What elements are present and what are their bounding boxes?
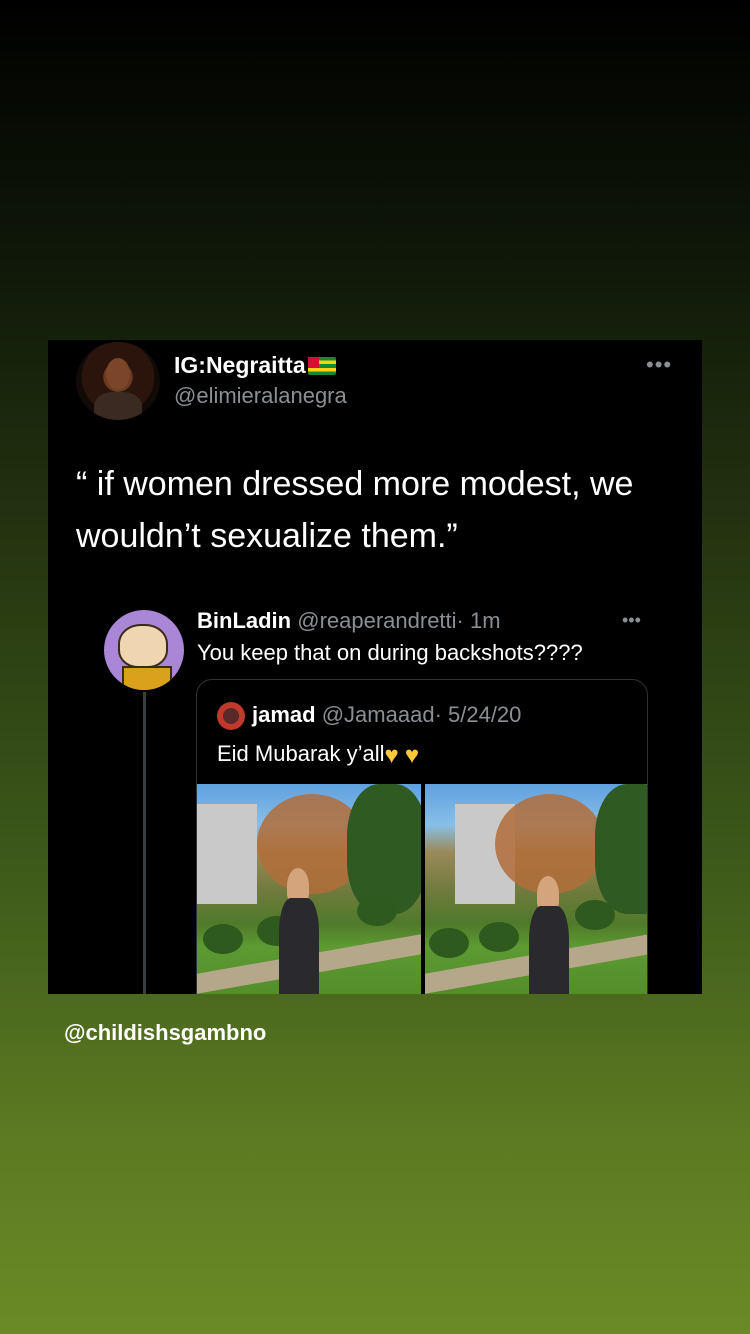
reply-time: · 1m xyxy=(456,608,501,633)
reply-header: BinLadin @reaperandretti· 1m xyxy=(197,608,501,634)
reply-more-options-icon[interactable]: ••• xyxy=(622,610,641,631)
photo-person xyxy=(279,868,319,994)
display-name-text: IG:Negraitta xyxy=(174,352,306,378)
reply-text: You keep that on during backshots???? xyxy=(197,640,583,665)
quoted-header: jamad @Jamaaad· 5/24/20 xyxy=(252,702,521,728)
togo-flag-icon xyxy=(307,357,336,375)
person-robe xyxy=(279,898,319,994)
avatar-face xyxy=(106,358,130,390)
display-name[interactable]: IG:Negraitta xyxy=(174,352,336,379)
reply-avatar[interactable] xyxy=(104,610,184,690)
reply-display-name[interactable]: BinLadin xyxy=(197,608,291,633)
photo-bush xyxy=(429,928,469,958)
photo-bush xyxy=(479,922,519,952)
photo-right[interactable] xyxy=(425,784,647,994)
avatar-body xyxy=(94,392,142,420)
photo-bush xyxy=(357,896,397,926)
avatar[interactable] xyxy=(76,342,160,420)
person-robe xyxy=(529,906,569,994)
tweet-text: “ if women dressed more modest, we would… xyxy=(76,465,634,555)
user-handle[interactable]: @elimieralanegra xyxy=(174,383,347,409)
tweet-card: IG:Negraitta @elimieralanegra ••• “ if w… xyxy=(48,340,702,994)
credit-handle[interactable]: @childishsgambno xyxy=(64,1020,266,1046)
photo-bush xyxy=(203,924,243,954)
yellow-heart-icon: ♥ xyxy=(404,742,420,769)
reply-avatar-head xyxy=(118,624,168,668)
more-options-icon[interactable]: ••• xyxy=(646,352,672,378)
quoted-display-name[interactable]: jamad xyxy=(252,702,316,727)
photo-house xyxy=(197,804,257,904)
quoted-tweet[interactable]: jamad @Jamaaad· 5/24/20 Eid Mubarak y’al… xyxy=(196,679,648,994)
quoted-handle[interactable]: @Jamaaad xyxy=(322,702,435,727)
quoted-text-body: Eid Mubarak y’all xyxy=(217,741,385,766)
reply-handle[interactable]: @reaperandretti xyxy=(297,608,456,633)
quoted-text: Eid Mubarak y’all♥ ♥ xyxy=(217,741,419,770)
photo-bush xyxy=(575,900,615,930)
photo-tree xyxy=(347,784,421,914)
photo-person xyxy=(529,876,569,994)
yellow-heart-icon: ♥ xyxy=(384,742,399,769)
reply-avatar-shirt xyxy=(122,666,172,690)
thread-line xyxy=(143,692,146,994)
photo-tree xyxy=(595,784,647,914)
photo-left[interactable] xyxy=(197,784,421,994)
quoted-avatar[interactable] xyxy=(217,702,245,730)
quoted-date: · 5/24/20 xyxy=(434,702,522,727)
